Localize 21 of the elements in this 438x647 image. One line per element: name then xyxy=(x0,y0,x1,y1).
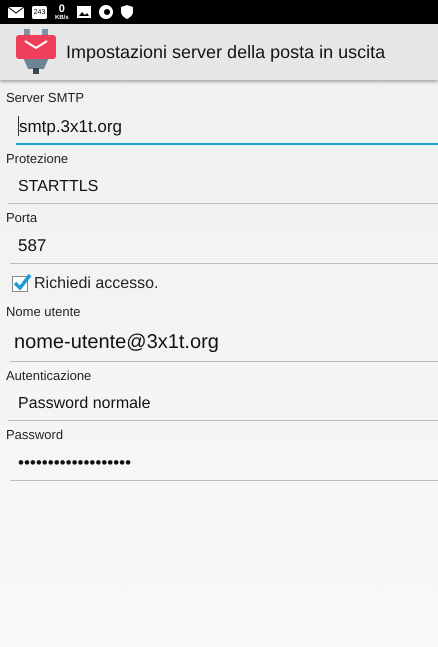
field-label: Password xyxy=(5,426,64,444)
dropdown[interactable]: Password normale xyxy=(8,386,438,420)
field-label: Autenticazione xyxy=(5,367,92,385)
mail-app-icon xyxy=(16,29,56,75)
text-cursor xyxy=(18,116,19,136)
field-label: Server SMTP xyxy=(5,89,86,107)
field-label: Protezione xyxy=(5,150,70,168)
input-field[interactable]: smtp.3x1t.org xyxy=(16,108,438,145)
dropdown[interactable]: STARTTLS xyxy=(8,168,438,204)
field-label: Porta xyxy=(5,208,38,226)
checkbox-label[interactable]: Richiedi accesso. xyxy=(34,272,158,296)
circle-icon xyxy=(98,5,113,19)
speed-value: 0 xyxy=(58,4,65,14)
input-field[interactable]: ••••••••••••••••••• xyxy=(10,444,438,480)
shield-icon xyxy=(120,5,133,19)
field-label: Nome utente xyxy=(5,302,82,320)
image-icon xyxy=(76,6,91,18)
input-field[interactable]: 587 xyxy=(10,227,438,264)
screen-title: Impostazioni server della posta in uscita xyxy=(66,40,386,64)
mail-icon xyxy=(8,6,24,18)
input-field[interactable]: nome-utente@3x1t.org xyxy=(10,321,438,362)
